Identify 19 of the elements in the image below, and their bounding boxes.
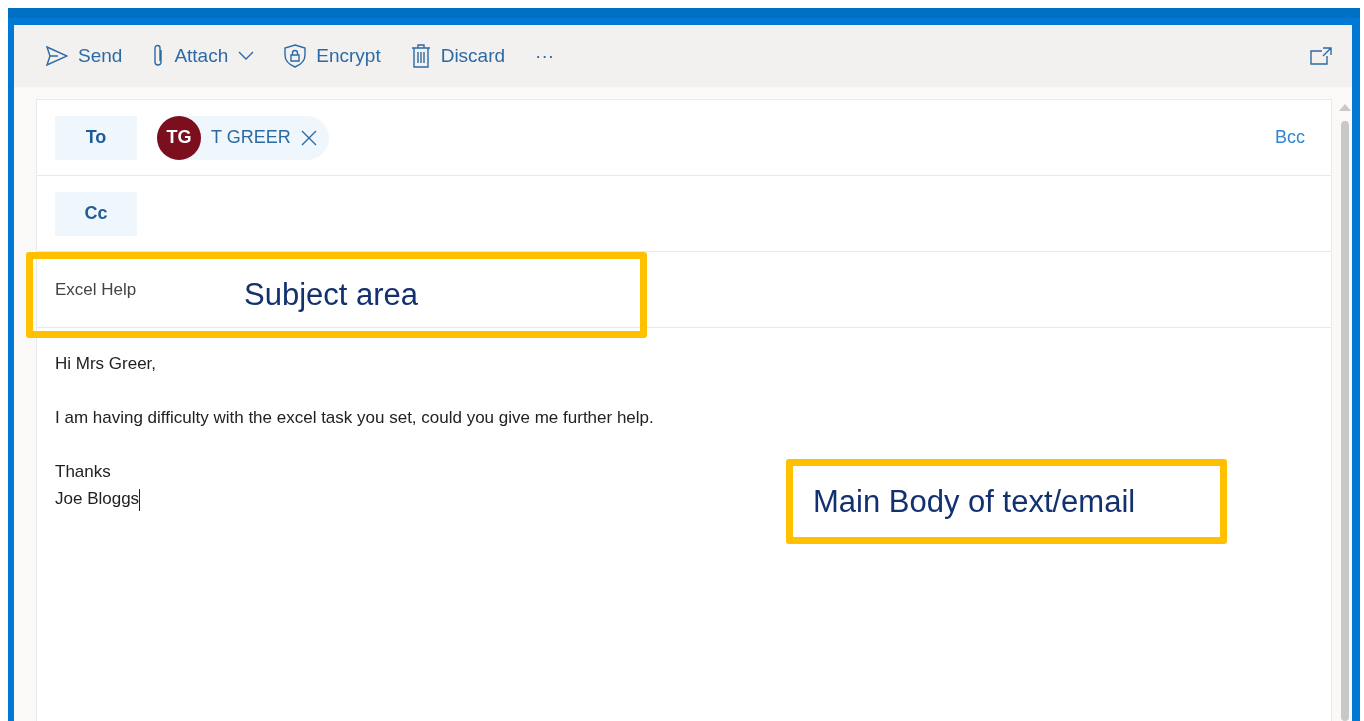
recipient-chip[interactable]: TG T GREER xyxy=(157,115,329,160)
avatar: TG xyxy=(157,115,201,160)
more-options-button[interactable]: ··· xyxy=(523,36,567,76)
trash-icon xyxy=(410,44,431,68)
discard-button[interactable]: Discard xyxy=(398,36,518,76)
cc-button[interactable]: Cc xyxy=(55,191,137,236)
paperclip-icon xyxy=(152,44,165,68)
recipient-name: T GREER xyxy=(211,127,291,148)
attach-button[interactable]: Attach xyxy=(140,36,267,76)
encrypt-button[interactable]: Encrypt xyxy=(272,36,393,76)
subject-field[interactable]: Excel Help xyxy=(55,279,137,300)
scrollbar-thumb[interactable] xyxy=(1341,121,1349,721)
callout-box: Main Body of text/email xyxy=(786,459,1227,544)
send-icon xyxy=(46,46,68,66)
shield-lock-icon xyxy=(284,44,307,68)
pop-out-icon[interactable] xyxy=(1310,47,1332,65)
send-button[interactable]: Send xyxy=(34,36,135,76)
bcc-link[interactable]: Bcc xyxy=(1275,127,1305,148)
to-button[interactable]: To xyxy=(55,115,137,160)
